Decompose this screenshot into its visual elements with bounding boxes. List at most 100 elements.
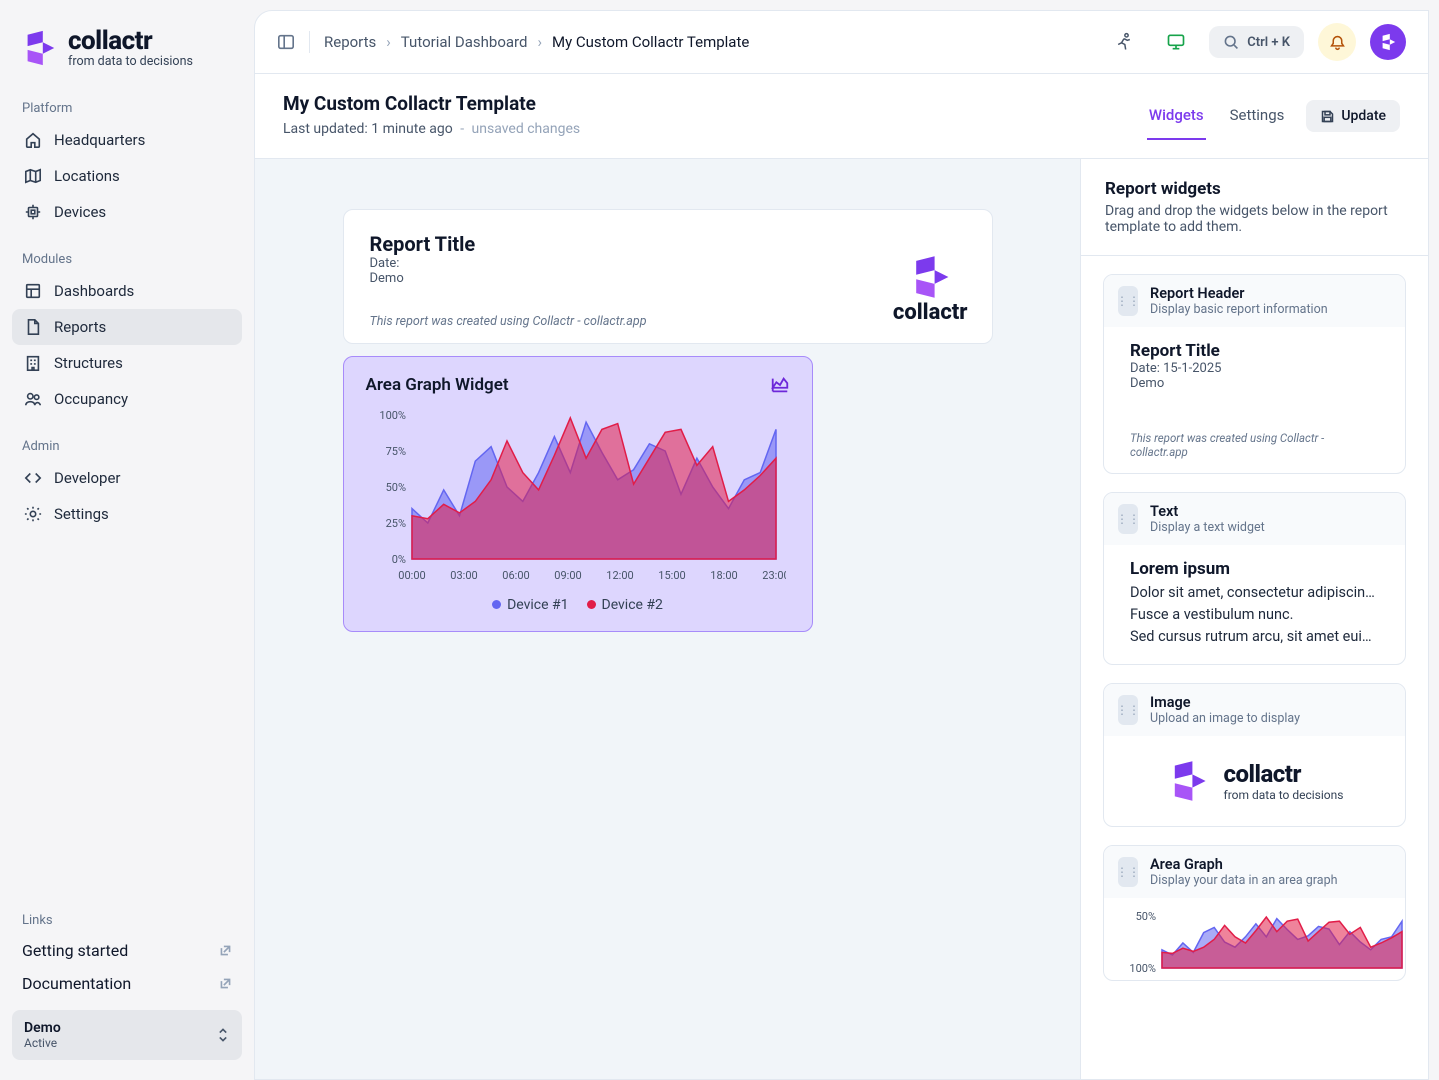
sidebar-item-locations[interactable]: Locations [12, 158, 242, 194]
legend-item: Device #1 [492, 597, 568, 613]
widget-name: Image [1150, 694, 1300, 711]
widget-card-area-graph[interactable]: ⋮⋮ Area GraphDisplay your data in an area… [1103, 845, 1406, 981]
widgets-panel-title: Report widgets [1105, 179, 1404, 199]
tenant-status: Active [24, 1036, 61, 1050]
preview-date: Date: 15-1-2025 [1130, 361, 1379, 376]
nav-label: Devices [54, 203, 106, 221]
widget-card-text[interactable]: ⋮⋮TextDisplay a text widgetLorem ipsumDo… [1103, 492, 1406, 665]
nav-label: Reports [54, 318, 106, 336]
image-preview: collactrfrom data to decisions [1104, 736, 1405, 826]
svg-text:09:00: 09:00 [554, 569, 581, 582]
crumb-reports[interactable]: Reports [324, 33, 376, 51]
report-header-widget[interactable]: Report Title Date: Demo This report was … [343, 209, 993, 344]
svg-text:15:00: 15:00 [658, 569, 685, 582]
collactr-logo-icon [1166, 758, 1210, 804]
tab-widgets[interactable]: Widgets [1147, 92, 1206, 140]
running-man-button[interactable] [1105, 23, 1143, 61]
drag-handle-icon[interactable]: ⋮⋮ [1118, 857, 1138, 887]
save-icon [1320, 109, 1335, 124]
page-title: My Custom Collactr Template [283, 92, 580, 115]
external-link[interactable]: Getting started [12, 934, 242, 967]
svg-text:18:00: 18:00 [710, 569, 737, 582]
svg-text:23:00: 23:00 [762, 569, 786, 582]
nav-label: Structures [54, 354, 123, 372]
nav-label: Locations [54, 167, 120, 185]
preview-credit: This report was created using Collactr -… [1130, 431, 1379, 459]
avatar[interactable] [1370, 24, 1406, 60]
nav-label: Dashboards [54, 282, 134, 300]
tab-settings[interactable]: Settings [1228, 92, 1287, 140]
widget-card-report-header[interactable]: ⋮⋮Report HeaderDisplay basic report info… [1103, 274, 1406, 474]
avatar-logo-icon [1379, 33, 1397, 51]
svg-text:75%: 75% [385, 445, 405, 458]
map-icon [24, 167, 42, 185]
tenant-switcher[interactable]: Demo Active [12, 1010, 242, 1060]
monitor-icon [1166, 32, 1186, 52]
notifications-button[interactable] [1318, 23, 1356, 61]
external-link-icon [219, 977, 232, 990]
widgets-panel: Report widgets Drag and drop the widgets… [1080, 159, 1428, 1079]
widget-name: Area Graph [1150, 856, 1338, 873]
sidebar-item-reports[interactable]: Reports [12, 309, 242, 345]
nav-label: Occupancy [54, 390, 128, 408]
chevron-right-icon: › [386, 33, 391, 51]
svg-text:06:00: 06:00 [502, 569, 529, 582]
brand-logo[interactable]: collactr from data to decisions [12, 20, 242, 79]
monitor-button[interactable] [1157, 23, 1195, 61]
sidebar-item-developer[interactable]: Developer [12, 460, 242, 496]
drag-handle-icon[interactable]: ⋮⋮ [1118, 504, 1138, 534]
preview-line: Sed cursus rutrum arcu, sit amet euis... [1130, 628, 1379, 645]
preview-h: Lorem ipsum [1130, 559, 1379, 579]
unsaved-indicator: unsaved changes [472, 121, 581, 137]
report-tenant: Demo [370, 271, 966, 286]
preview-line: Fusce a vestibulum nunc. [1130, 606, 1379, 623]
sidebar-item-devices[interactable]: Devices [12, 194, 242, 230]
widget-card-image[interactable]: ⋮⋮ImageUpload an image to displaycollact… [1103, 683, 1406, 827]
widget-desc: Display your data in an area graph [1150, 873, 1338, 888]
update-button[interactable]: Update [1306, 100, 1400, 132]
layout-icon [24, 282, 42, 300]
crumb-tutorial[interactable]: Tutorial Dashboard [401, 33, 528, 51]
sidebar-item-headquarters[interactable]: Headquarters [12, 122, 242, 158]
chart-legend: Device #1Device #2 [366, 597, 790, 613]
search-shortcut: Ctrl + K [1247, 35, 1290, 50]
sidebar-item-occupancy[interactable]: Occupancy [12, 381, 242, 417]
section-label: Modules [12, 230, 242, 273]
report-date-label: Date: [370, 256, 966, 271]
widgets-panel-desc: Drag and drop the widgets below in the r… [1105, 203, 1404, 235]
area-graph-widget[interactable]: Area Graph Widget 0%25%50%75%100%00:0003… [343, 356, 813, 632]
update-label: Update [1341, 108, 1386, 124]
code-icon [24, 469, 42, 487]
panel-tabs: Widgets Settings [1147, 92, 1287, 140]
collactr-logo-icon [907, 254, 953, 300]
file-icon [24, 318, 42, 336]
tenant-name: Demo [24, 1020, 61, 1036]
sidebar-item-dashboards[interactable]: Dashboards [12, 273, 242, 309]
svg-text:100%: 100% [379, 409, 406, 422]
external-link[interactable]: Documentation [12, 967, 242, 1000]
external-link-icon [219, 944, 232, 957]
preview-title: Report Title [1130, 341, 1379, 361]
svg-text:03:00: 03:00 [450, 569, 477, 582]
home-icon [24, 131, 42, 149]
main-panel: Reports › Tutorial Dashboard › My Custom… [254, 10, 1429, 1080]
drag-handle-icon[interactable]: ⋮⋮ [1118, 286, 1138, 316]
nav-label: Developer [54, 469, 121, 487]
report-canvas[interactable]: Report Title Date: Demo This report was … [255, 159, 1080, 1079]
sidebar-toggle-icon[interactable] [277, 33, 295, 51]
preview-line: Dolor sit amet, consectetur adipiscing..… [1130, 584, 1379, 601]
sidebar-item-structures[interactable]: Structures [12, 345, 242, 381]
building-icon [24, 354, 42, 372]
search-button[interactable]: Ctrl + K [1209, 26, 1304, 58]
report-title: Report Title [370, 232, 966, 256]
report-logo-text: collactr [893, 300, 968, 325]
widget-desc: Display a text widget [1150, 520, 1265, 535]
sidebar-item-settings[interactable]: Settings [12, 496, 242, 532]
chevron-right-icon: › [537, 33, 542, 51]
drag-handle-icon[interactable]: ⋮⋮ [1118, 695, 1138, 725]
topbar: Reports › Tutorial Dashboard › My Custom… [255, 11, 1428, 73]
svg-text:00:00: 00:00 [398, 569, 425, 582]
report-logo: collactr [893, 254, 968, 325]
users-icon [24, 390, 42, 408]
preview-tenant: Demo [1130, 376, 1379, 391]
